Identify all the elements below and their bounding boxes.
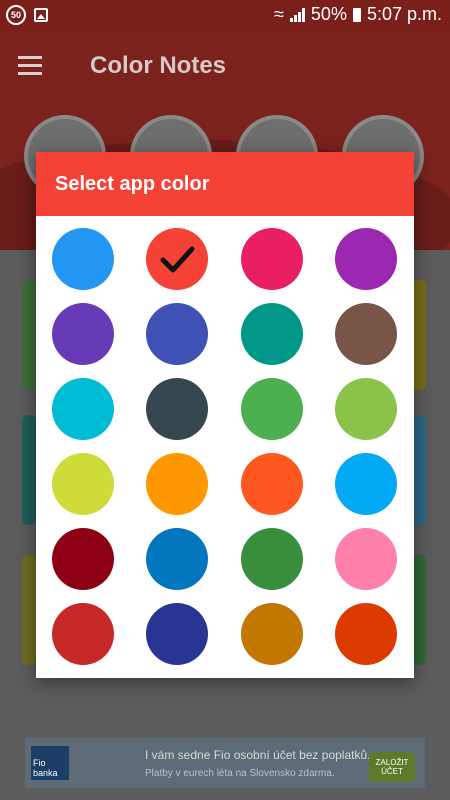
color-swatch[interactable]: [52, 378, 114, 440]
ad-banner[interactable]: Fio banka I vám sedne Fio osobní účet be…: [25, 738, 425, 788]
wifi-icon: ≈: [274, 4, 284, 24]
app-title: Color Notes: [90, 52, 227, 79]
clock: 5:07 p.m.: [366, 4, 442, 24]
menu-icon[interactable]: [18, 56, 42, 80]
dialog-header: Select app color: [36, 152, 414, 216]
ad-subtext: Platby v eurech léta na Slovensko zdarma…: [145, 768, 335, 779]
note-card[interactable]: [412, 280, 426, 390]
dialog-title: Select app color: [55, 172, 210, 195]
color-swatch[interactable]: [146, 303, 208, 365]
status-bar: 50 ≈ 50% 5:07 p.m.: [0, 0, 450, 30]
image-notification-icon: [34, 8, 48, 22]
note-card[interactable]: [412, 555, 426, 665]
color-swatch[interactable]: [241, 528, 303, 590]
signal-icon: [289, 7, 305, 22]
color-swatch[interactable]: [241, 603, 303, 665]
note-card[interactable]: [22, 280, 36, 390]
color-swatch[interactable]: [52, 228, 114, 290]
note-card[interactable]: [412, 415, 426, 525]
ad-logo: Fio banka: [31, 746, 69, 780]
color-swatch[interactable]: [146, 603, 208, 665]
color-swatch-grid: [36, 216, 414, 678]
color-swatch[interactable]: [146, 378, 208, 440]
note-card[interactable]: [22, 415, 36, 525]
notification-badge: 50: [6, 5, 26, 25]
color-swatch[interactable]: [146, 528, 208, 590]
color-swatch[interactable]: [146, 228, 208, 290]
color-swatch[interactable]: [335, 603, 397, 665]
ad-text: I vám sedne Fio osobní účet bez poplatků…: [145, 748, 371, 762]
color-swatch[interactable]: [241, 378, 303, 440]
color-swatch[interactable]: [335, 228, 397, 290]
color-swatch[interactable]: [241, 228, 303, 290]
color-swatch[interactable]: [52, 453, 114, 515]
color-swatch[interactable]: [52, 303, 114, 365]
color-swatch[interactable]: [52, 528, 114, 590]
select-color-dialog: Select app color: [36, 152, 414, 678]
color-swatch[interactable]: [241, 303, 303, 365]
color-swatch[interactable]: [335, 528, 397, 590]
color-swatch[interactable]: [335, 378, 397, 440]
note-card[interactable]: [22, 555, 36, 665]
color-swatch[interactable]: [241, 453, 303, 515]
ad-cta-button[interactable]: ZALOŽIT ÚČET: [369, 752, 415, 782]
checkmark-icon: [160, 246, 195, 273]
color-swatch[interactable]: [52, 603, 114, 665]
battery-icon: [352, 7, 361, 22]
color-swatch[interactable]: [335, 453, 397, 515]
color-swatch[interactable]: [146, 453, 208, 515]
battery-percent: 50%: [310, 4, 347, 24]
color-swatch[interactable]: [335, 303, 397, 365]
